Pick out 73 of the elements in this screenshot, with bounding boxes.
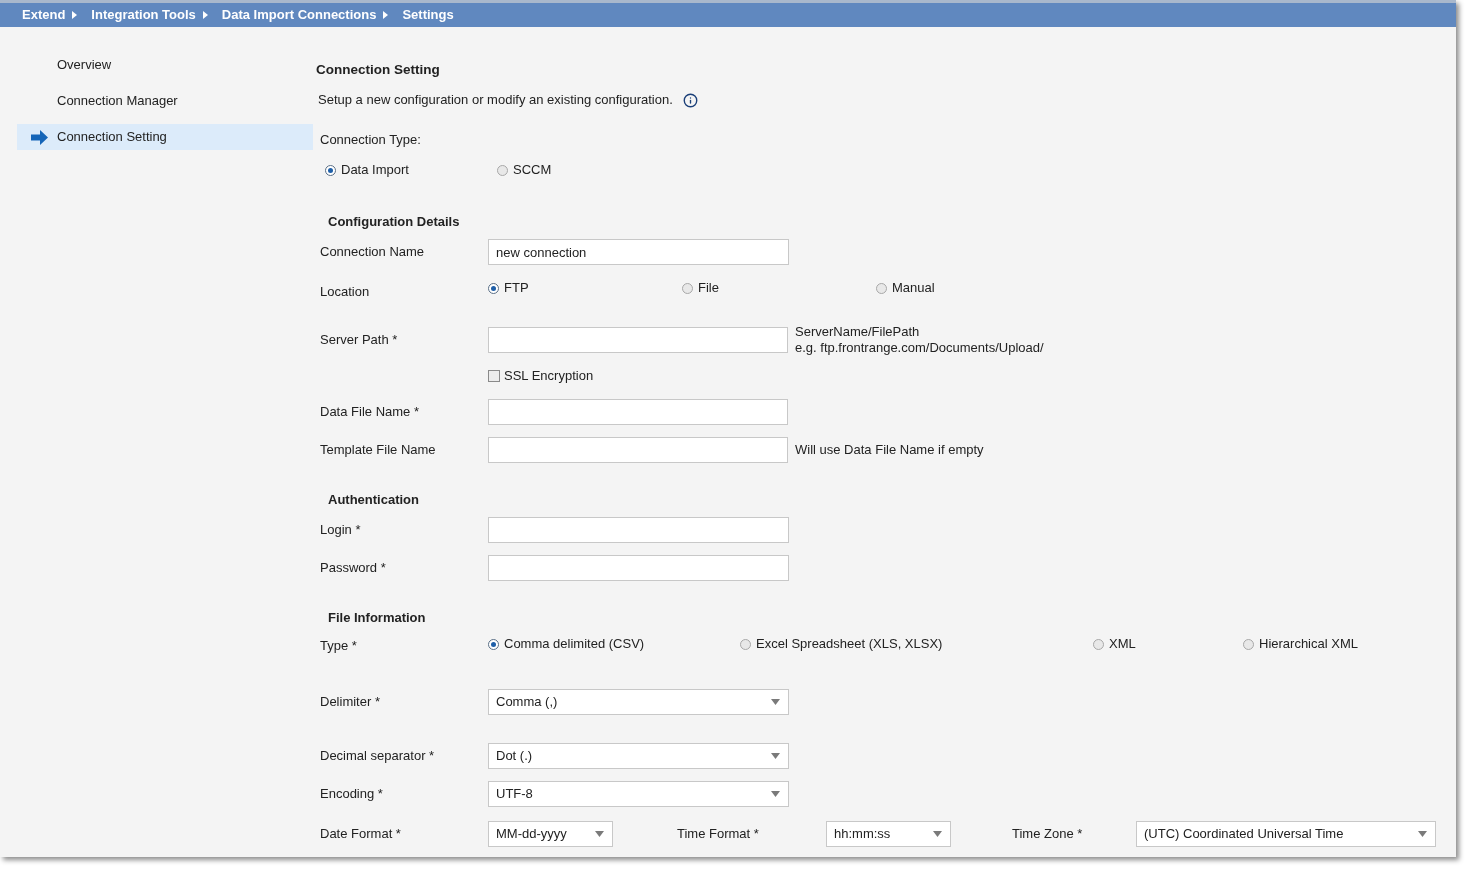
- field-label: Location: [320, 284, 370, 300]
- field-label: Data File Name *: [320, 404, 419, 420]
- breadcrumb-link[interactable]: Extend: [22, 5, 66, 25]
- field-label: Decimal separator *: [320, 748, 435, 764]
- caret-icon: [933, 831, 942, 837]
- field-label: Server Path *: [320, 332, 398, 348]
- radio-label: Manual: [892, 279, 935, 298]
- input-field[interactable]: [488, 327, 788, 353]
- radio-label: File: [698, 279, 719, 298]
- radio-button[interactable]: [488, 638, 499, 650]
- dropdown[interactable]: hh:mm:ss: [826, 821, 951, 847]
- caret-right-icon: [72, 11, 78, 19]
- section-heading: Configuration Details: [327, 213, 460, 232]
- caret-icon: [771, 699, 780, 705]
- input-field[interactable]: [488, 517, 789, 543]
- field-label: Date Format *: [320, 826, 401, 842]
- radio-button[interactable]: [682, 282, 693, 294]
- field-label: Template File Name: [320, 442, 436, 458]
- sidebar-item[interactable]: Overview: [17, 52, 313, 78]
- field-label: Delimiter *: [320, 694, 380, 710]
- radio-button[interactable]: [488, 282, 499, 294]
- page-title: Connection Setting: [316, 60, 440, 79]
- field-label: Connection Name: [320, 244, 425, 260]
- sidebar-item[interactable]: Connection Setting: [17, 124, 313, 150]
- checkbox-label: SSL Encryption: [504, 367, 594, 386]
- caret-icon: [771, 791, 780, 797]
- sidebar-item[interactable]: Connection Manager: [17, 88, 313, 114]
- field-label: Type *: [320, 638, 357, 654]
- info-icon[interactable]: [682, 92, 698, 108]
- hint-text: e.g. ftp.frontrange.com/Documents/Upload/: [795, 340, 1044, 356]
- hint-text: ServerName/FilePath: [795, 324, 921, 340]
- radio-label: XML: [1109, 635, 1136, 654]
- breadcrumb-link[interactable]: Settings: [402, 5, 454, 25]
- radio-button[interactable]: [325, 164, 336, 176]
- input-field[interactable]: [488, 399, 788, 425]
- input-field[interactable]: new connection: [488, 239, 789, 265]
- radio-label: SCCM: [513, 161, 552, 180]
- dropdown[interactable]: (UTC) Coordinated Universal Time: [1136, 821, 1436, 847]
- section-heading: Authentication: [327, 491, 419, 510]
- radio-button[interactable]: [497, 164, 508, 176]
- section-heading: File Information: [327, 609, 426, 628]
- radio-button[interactable]: [1093, 638, 1104, 650]
- radio-button[interactable]: [740, 638, 751, 650]
- radio-label: Hierarchical XML: [1259, 635, 1358, 654]
- input-field[interactable]: [488, 555, 789, 581]
- radio-button[interactable]: [1243, 638, 1254, 650]
- dropdown[interactable]: MM-dd-yyyy: [488, 821, 613, 847]
- field-label: Time Zone *: [1012, 825, 1084, 844]
- field-label: Time Format *: [677, 825, 760, 844]
- radio-label: Data Import: [341, 161, 409, 180]
- field-label: Password *: [320, 560, 386, 576]
- checkbox[interactable]: [488, 370, 500, 382]
- hint-text: Will use Data File Name if empty: [795, 441, 984, 460]
- dropdown[interactable]: Dot (.): [488, 743, 789, 769]
- field-label: Login *: [320, 522, 361, 538]
- radio-label: FTP: [504, 279, 529, 298]
- dropdown[interactable]: UTF-8: [488, 781, 789, 807]
- caret-right-icon: [383, 11, 389, 19]
- radio-label: Excel Spreadsheet (XLS, XLSX): [756, 635, 943, 654]
- caret-icon: [595, 831, 604, 837]
- caret-icon: [1418, 831, 1427, 837]
- dropdown[interactable]: Comma (,): [488, 689, 789, 715]
- radio-button[interactable]: [876, 282, 887, 294]
- caret-icon: [771, 753, 780, 759]
- radio-label: Comma delimited (CSV): [504, 635, 645, 654]
- arrow-right-icon: [31, 129, 48, 145]
- field-label: Encoding *: [320, 786, 383, 802]
- breadcrumb-link[interactable]: Data Import Connections: [221, 5, 377, 25]
- description: Setup a new configuration or modify an existing configuration.: [317, 91, 673, 110]
- breadcrumb-link[interactable]: Integration Tools: [91, 5, 196, 25]
- caret-right-icon: [202, 11, 208, 19]
- input-field[interactable]: [488, 437, 788, 463]
- field-label: Connection Type:: [319, 131, 421, 150]
